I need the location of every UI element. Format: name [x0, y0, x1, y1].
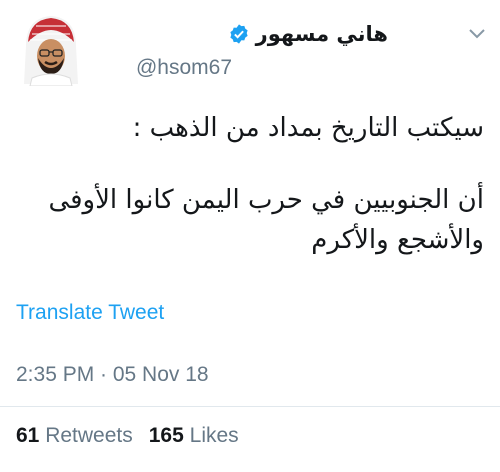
tweet-timestamp[interactable]: 2:35 PM · 05 Nov 18 [16, 363, 209, 387]
likes-stat[interactable]: 165 Likes [149, 424, 239, 448]
retweets-count: 61 [16, 424, 40, 447]
tweet-line: أن الجنوبيين في حرب اليمن كانوا الأوفى [48, 185, 484, 215]
tweet-line: سيكتب التاريخ بمداد من الذهب : [132, 113, 484, 143]
chevron-down-icon[interactable] [466, 22, 488, 44]
author-block[interactable]: هاني مسهور [228, 22, 388, 46]
author-handle[interactable]: @hsom67 [136, 56, 232, 80]
retweets-stat[interactable]: 61 Retweets [16, 424, 133, 448]
author-display-name: هاني مسهور [255, 22, 388, 46]
tweet-text: سيكتب التاريخ بمداد من الذهب : أن الجنوب… [14, 108, 484, 260]
retweets-label: Retweets [45, 424, 133, 447]
likes-label: Likes [189, 424, 239, 447]
likes-count: 165 [148, 424, 184, 447]
tweet-line: والأشجع والأكرم [311, 225, 484, 255]
avatar[interactable] [22, 12, 80, 87]
tweet-stats: 61 Retweets 165 Likes [16, 424, 239, 448]
translate-tweet-link[interactable]: Translate Tweet [16, 301, 164, 325]
divider [0, 406, 500, 407]
verified-badge-icon [229, 24, 248, 44]
